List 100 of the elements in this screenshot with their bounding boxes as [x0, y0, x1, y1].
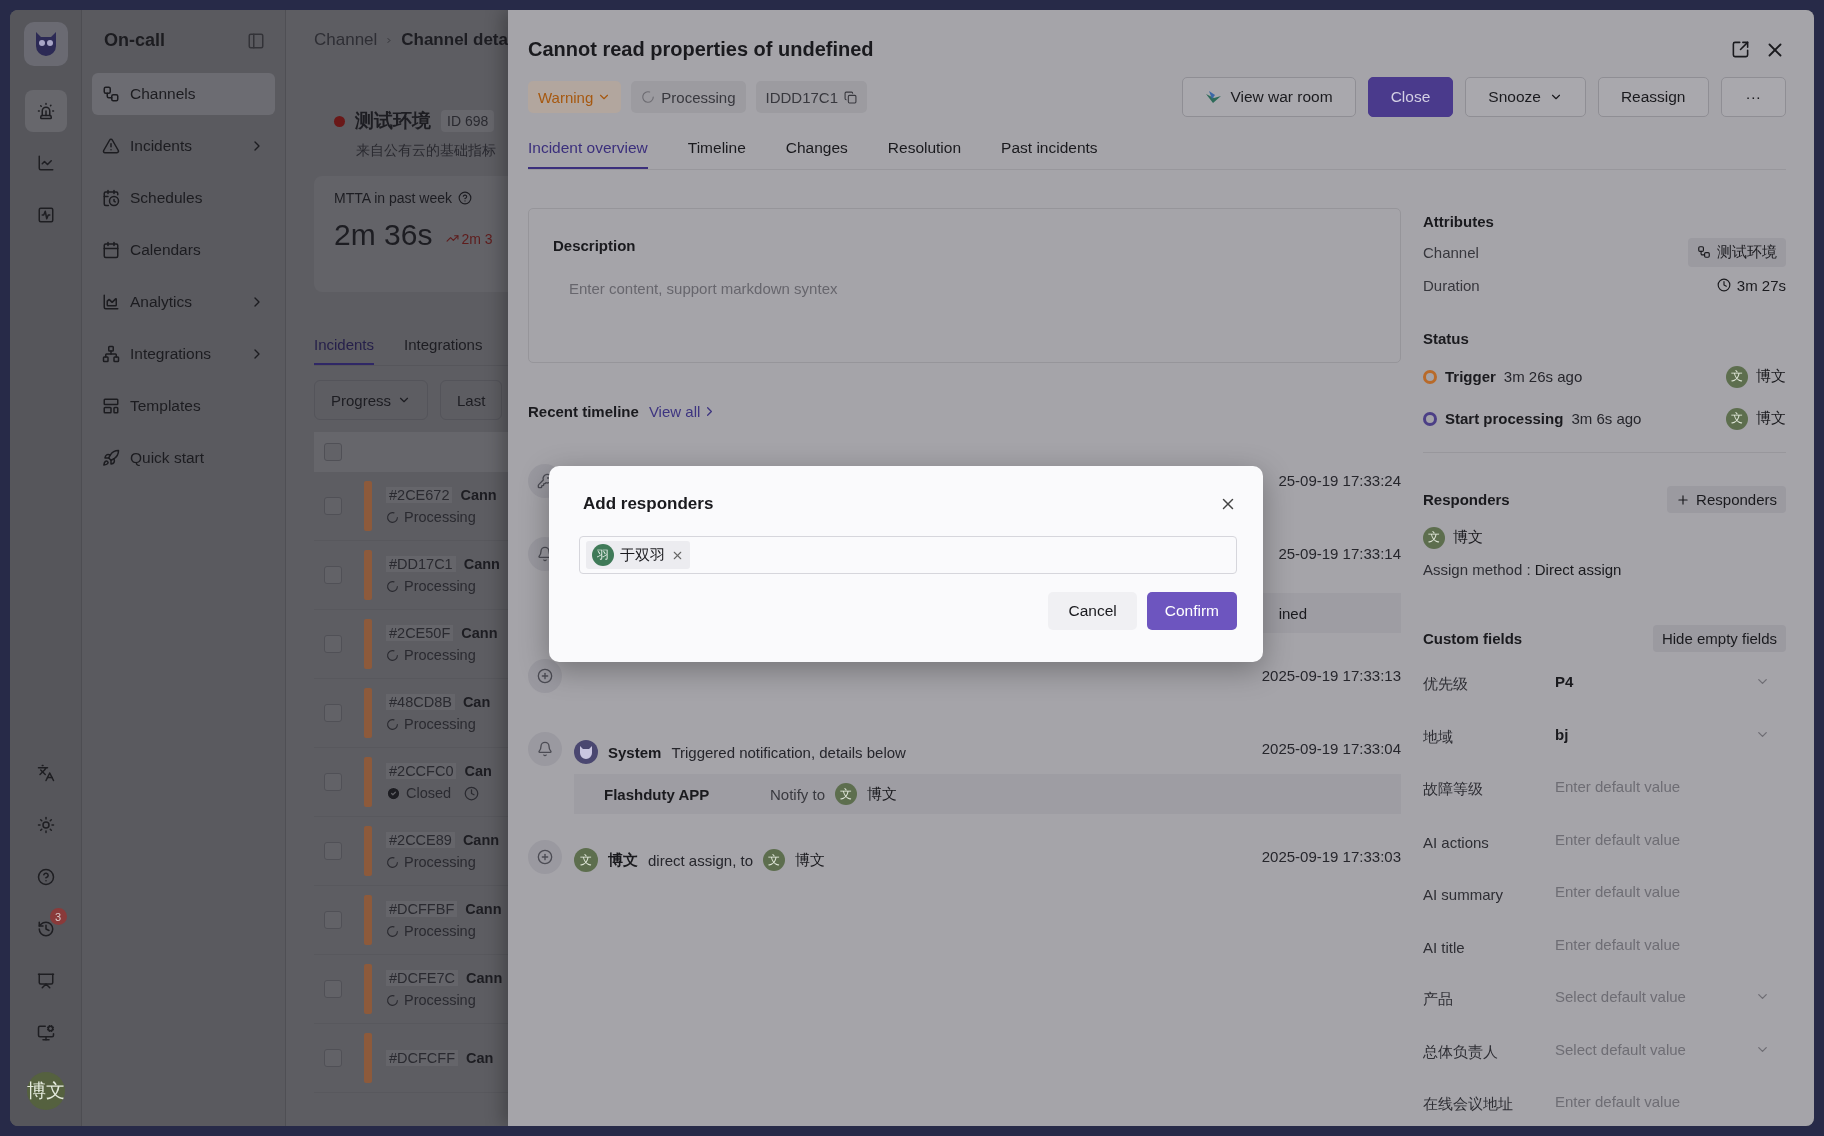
tab[interactable]: Changes [785, 139, 848, 169]
copy-icon[interactable] [844, 90, 858, 104]
severity-bar [364, 964, 372, 1014]
incident-title: Can [464, 763, 492, 779]
responder-select-field[interactable]: 羽 于双羽 [579, 536, 1237, 574]
responder-tag: 羽 于双羽 [586, 541, 690, 569]
tab[interactable]: Timeline [687, 139, 746, 169]
channels-icon [1697, 245, 1711, 260]
open-link-icon[interactable] [1731, 40, 1750, 59]
dialog-button[interactable]: Cancel [1048, 592, 1137, 630]
sidebar-item[interactable]: Schedules [92, 177, 275, 219]
incident-id: #DCFE7C [386, 970, 459, 986]
status-dot [334, 115, 345, 127]
channel-id: ID 698 [441, 110, 495, 132]
notify-label: Notify to [770, 785, 826, 803]
field-label: 故障等级 [1423, 779, 1484, 800]
timestamp: 2025-09-19 17:33:13 [1261, 666, 1401, 684]
rail-button[interactable]: 3 [24, 908, 67, 950]
sun-icon [36, 816, 55, 834]
owl-logo [23, 22, 68, 66]
field-label: Duration [1423, 276, 1480, 294]
status-time: 3m 6s ago [1571, 410, 1642, 428]
hide-empty-fields-button[interactable]: Hide empty fields [1652, 625, 1786, 652]
select-field[interactable]: P4 [1555, 673, 1786, 691]
plus-icon [1676, 492, 1691, 507]
filter-dropdown[interactable]: Last [440, 380, 503, 420]
incident-id: #DCFFBF [386, 901, 458, 917]
spinner-icon [386, 924, 399, 938]
severity-dropdown[interactable]: Warning [528, 81, 622, 113]
spinner-icon [386, 717, 399, 731]
history-icon [36, 920, 55, 938]
dialog-button[interactable]: Confirm [1146, 592, 1237, 630]
status-time: 3m 26s ago [1503, 368, 1583, 386]
section-title: Description [553, 237, 637, 254]
sidebar-item[interactable]: Quick start [92, 437, 275, 479]
sidebar-item[interactable]: Incidents [92, 125, 275, 167]
description-input[interactable]: Enter content, support markdown syntex [553, 280, 1376, 297]
field-label: AI actions [1423, 832, 1490, 851]
user-avatar: 文 [1726, 365, 1748, 388]
action-button[interactable]: Close [1367, 77, 1454, 117]
section-title: Responders [1423, 491, 1510, 508]
user-name: 博文 [867, 784, 898, 804]
spinner-icon [386, 993, 399, 1007]
action-button[interactable]: View war room [1182, 77, 1356, 117]
status-label: Trigger [1445, 368, 1496, 386]
field-label: AI summary [1423, 885, 1504, 904]
add-responders-button[interactable]: Responders [1667, 486, 1786, 513]
field-label: 总体负责人 [1423, 1041, 1499, 1062]
sidebar-item[interactable]: Templates [92, 385, 275, 427]
action-button[interactable]: Snooze [1465, 77, 1586, 117]
severity-bar [364, 895, 372, 945]
user-avatar: 文 [1423, 526, 1445, 549]
section-title: Custom fields [1423, 630, 1523, 647]
tab[interactable]: Incident overview [528, 139, 648, 169]
severity-bar [364, 757, 372, 807]
clock-icon [1716, 278, 1731, 293]
field-label: 产品 [1423, 989, 1454, 1010]
timestamp: 25-09-19 17:33:14 [1278, 544, 1401, 562]
user-avatar: 文 [763, 849, 786, 871]
app-title: On-call [104, 30, 165, 51]
section-title: Attributes [1423, 212, 1495, 233]
incident-title: Cann [465, 901, 502, 917]
more-button[interactable]: ··· [1720, 77, 1786, 117]
sidebar-item[interactable]: Calendars [92, 229, 275, 271]
sidebar-item[interactable]: Analytics [92, 281, 275, 323]
filter-dropdown[interactable]: Progress [314, 380, 429, 420]
tab[interactable]: Incidents [314, 336, 375, 365]
severity-bar [364, 481, 372, 531]
collapse-sidebar-icon[interactable] [247, 31, 265, 50]
activity-icon [36, 206, 55, 224]
detail-text: ined [1278, 604, 1307, 622]
bell-icon [537, 741, 553, 757]
tab[interactable]: Past incidents [1001, 139, 1098, 169]
spinner-icon [386, 855, 399, 869]
incident-id: #48CD8B [386, 694, 455, 710]
user-avatar: 文 [835, 783, 858, 805]
warning-icon [102, 137, 120, 155]
tab[interactable]: Resolution [887, 139, 962, 169]
user-name: 博文 [1756, 409, 1786, 429]
field-label: 优先级 [1423, 674, 1469, 695]
user-avatar: 文 [1726, 407, 1748, 430]
channel-chip[interactable]: 测试环境 [1688, 237, 1786, 267]
spinner-icon [386, 510, 399, 524]
severity-bar [364, 1033, 372, 1083]
timestamp: 2025-09-19 17:33:04 [1261, 739, 1401, 757]
incident-title: Cann [462, 832, 500, 848]
duration: 3m 27s [1716, 276, 1786, 294]
rocket-icon [102, 449, 120, 467]
line-chart-icon [36, 154, 55, 172]
action-button[interactable]: Reassign [1597, 77, 1709, 117]
nav-rail-item[interactable] [24, 90, 67, 132]
incident-title: Cann [461, 625, 498, 641]
user-avatar[interactable]: 博文 [26, 1072, 65, 1110]
sidebar-item[interactable]: Integrations [92, 333, 275, 375]
tab[interactable]: Integrations [404, 336, 483, 365]
user-name: 博文 [1756, 367, 1786, 387]
view-all-link[interactable]: View all [648, 403, 718, 420]
select-field[interactable]: bj [1555, 725, 1786, 743]
incident-id: #2CCFC0 [386, 763, 457, 779]
sidebar-item[interactable]: Channels [92, 73, 275, 115]
